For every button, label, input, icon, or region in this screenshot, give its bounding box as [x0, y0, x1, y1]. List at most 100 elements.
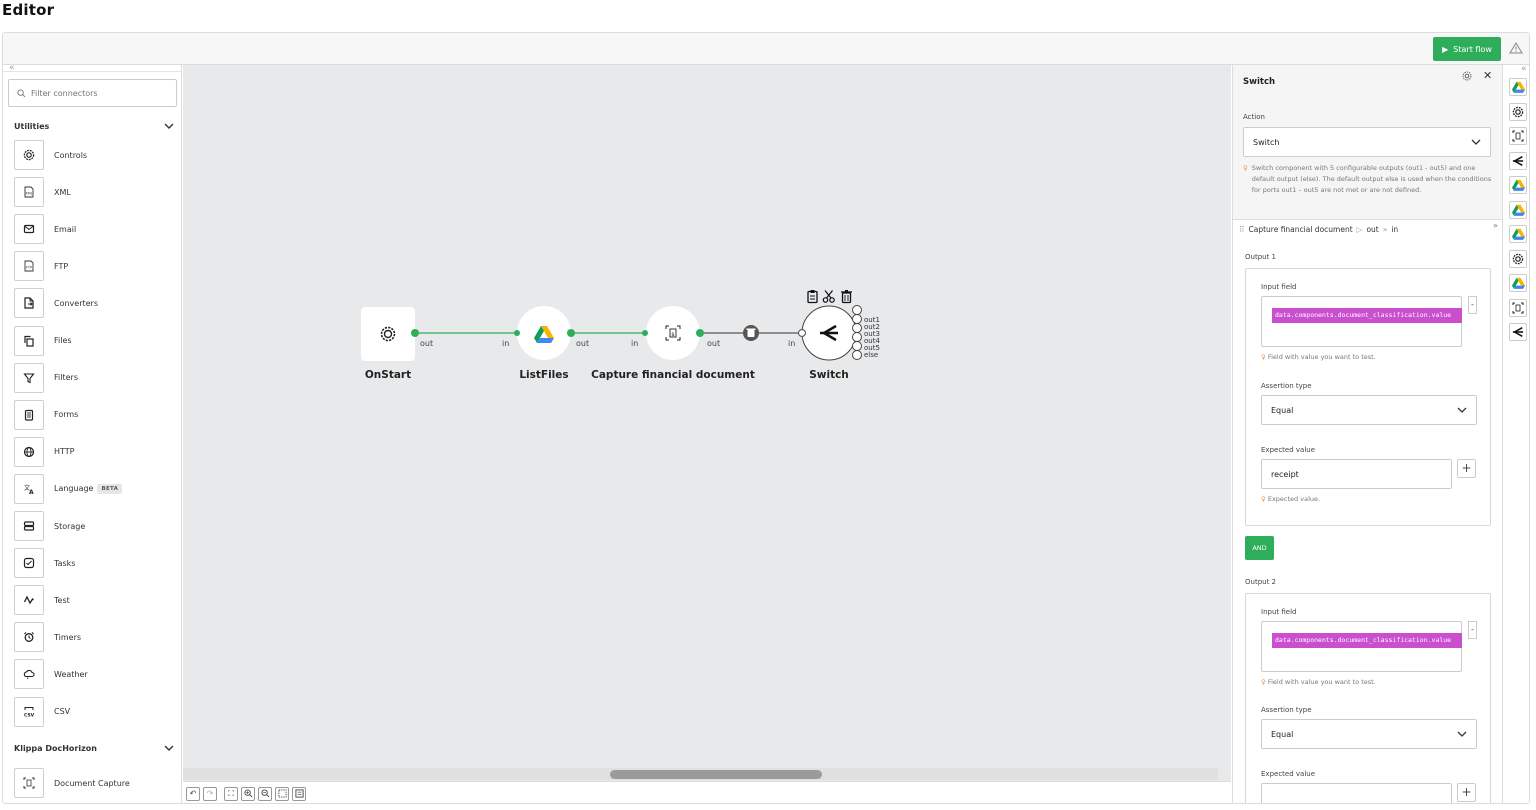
fit-view-icon[interactable]: ⛶: [224, 786, 238, 801]
assertion-type-select[interactable]: Equal: [1261, 719, 1477, 749]
sidebar-divider: [3, 71, 181, 72]
action-hint-text: Switch component with 5 configurable out…: [1251, 164, 1492, 194]
remove-field-button[interactable]: -: [1468, 296, 1477, 314]
connector-storage[interactable]: Storage: [14, 510, 174, 542]
strip-google-drive-icon[interactable]: [1509, 274, 1527, 292]
connector-http[interactable]: HTTP: [14, 436, 174, 468]
strip-google-drive-icon[interactable]: [1509, 78, 1527, 96]
close-icon[interactable]: ✕: [1483, 69, 1492, 82]
port-label-out: out: [707, 339, 721, 348]
connector-timers[interactable]: Timers: [14, 621, 174, 653]
delete-connection-icon: [743, 325, 759, 341]
node-label-switch[interactable]: Switch: [809, 369, 849, 381]
expected-hint-text: Expected value.: [1267, 495, 1321, 503]
assertion-type-value: Equal: [1271, 405, 1294, 415]
redo-icon[interactable]: ↷: [203, 786, 217, 801]
strip-gear-icon[interactable]: [1509, 102, 1527, 121]
remove-field-button[interactable]: -: [1468, 621, 1477, 639]
connector-filters[interactable]: Filters: [14, 362, 174, 394]
start-flow-button[interactable]: ▶ Start flow: [1433, 37, 1501, 61]
and-button[interactable]: AND: [1245, 536, 1274, 560]
expected-hint: ♀ Expected value.: [1261, 494, 1320, 505]
connector-forms[interactable]: Forms: [14, 399, 174, 431]
play-icon: ▶: [1442, 44, 1449, 54]
node-label-capture[interactable]: Capture financial document: [591, 369, 755, 381]
output-1-title: Output 1: [1245, 253, 1276, 261]
zoom-in-icon[interactable]: [241, 786, 255, 801]
properties-panel: Switch ✕ Action Switch ♀ Switch componen…: [1232, 65, 1502, 803]
connector-label: Filters: [54, 373, 78, 383]
connector-controls[interactable]: Controls: [14, 139, 174, 171]
port-label-in: in: [631, 339, 639, 348]
connector-email[interactable]: Email: [14, 213, 174, 245]
group-dochorizon-header[interactable]: Klippa DocHorizon: [14, 741, 174, 755]
input-field-box[interactable]: data.components.document_classification.…: [1261, 296, 1462, 347]
zoom-out-icon[interactable]: [258, 786, 272, 801]
strip-switch-split-icon[interactable]: [1509, 323, 1527, 341]
port-in: [797, 328, 807, 338]
add-value-button[interactable]: +: [1457, 459, 1476, 478]
arrow-right-icon: »: [1382, 225, 1388, 234]
strip-google-drive-icon[interactable]: [1509, 176, 1527, 194]
lightbulb-icon: ♀: [1243, 164, 1248, 172]
canvas-toolbar: ↶ ↷ ⛶: [183, 781, 1231, 803]
connector-csv[interactable]: CSV CSV: [14, 696, 174, 728]
connector-language[interactable]: 文 A Language BETA: [14, 473, 174, 505]
strip-google-drive-icon[interactable]: [1509, 200, 1527, 219]
horizontal-scrollbar[interactable]: [183, 768, 1218, 780]
connector-label: Weather: [54, 669, 88, 679]
connector-document-capture[interactable]: Document Capture: [14, 767, 174, 799]
assertion-type-select[interactable]: Equal: [1261, 395, 1477, 425]
connector-weather[interactable]: Weather: [14, 658, 174, 690]
funnel-icon: [14, 362, 44, 393]
minimap-icon[interactable]: [292, 786, 306, 801]
node-label-listfiles[interactable]: ListFiles: [519, 369, 568, 381]
connector-ftp[interactable]: FTP FTP: [14, 250, 174, 282]
ftp-file-icon: FTP: [14, 251, 44, 282]
svg-text:CSV: CSV: [24, 712, 35, 718]
expected-value-input[interactable]: receipt: [1261, 459, 1452, 489]
collapse-strip-icon[interactable]: «: [1521, 64, 1527, 74]
port-out: [696, 329, 704, 337]
undo-icon[interactable]: ↶: [186, 786, 200, 801]
clipboard-icon: [807, 290, 818, 304]
connector-label: XML: [54, 187, 71, 197]
trash-icon: [841, 290, 852, 304]
select-area-icon[interactable]: [275, 786, 289, 801]
connector-files[interactable]: Files: [14, 325, 174, 357]
cloud-icon: [14, 659, 44, 690]
connector-xml[interactable]: XML XML: [14, 176, 174, 208]
node-label-onstart[interactable]: OnStart: [365, 369, 411, 381]
filter-connectors-input[interactable]: [31, 88, 171, 98]
add-value-button[interactable]: +: [1457, 783, 1476, 802]
settings-icon[interactable]: [1462, 71, 1472, 81]
action-select[interactable]: Switch: [1243, 127, 1491, 157]
strip-document-scan-icon[interactable]: [1509, 298, 1527, 317]
strip-document-scan-icon[interactable]: [1509, 127, 1527, 145]
expected-value-input[interactable]: [1261, 783, 1452, 803]
scrollbar-thumb[interactable]: [610, 770, 822, 779]
input-field-label: Input field: [1261, 608, 1297, 616]
output-2-card: Input field data.components.document_cla…: [1245, 593, 1491, 803]
connector-tasks[interactable]: Tasks: [14, 547, 174, 579]
strip-google-drive-icon[interactable]: [1509, 225, 1527, 243]
storage-icon: [14, 511, 44, 541]
strip-gear-icon[interactable]: [1509, 249, 1527, 268]
warning-icon[interactable]: [1509, 41, 1523, 55]
lightbulb-icon: ♀: [1261, 678, 1266, 686]
input-field-value: data.components.document_classification.…: [1272, 633, 1462, 648]
svg-text:FTP: FTP: [26, 266, 32, 270]
flow-canvas[interactable]: $ out in out in out in out1 out2 out3 ou…: [183, 65, 1231, 803]
svg-text:$: $: [671, 332, 675, 338]
filter-connectors-field[interactable]: [8, 79, 177, 107]
connector-test[interactable]: Test: [14, 584, 174, 616]
expected-value-text: receipt: [1271, 469, 1299, 479]
drag-handle-icon[interactable]: ⠿: [1239, 225, 1245, 234]
group-utilities-header[interactable]: Utilities: [14, 119, 174, 133]
connector-label: Timers: [54, 632, 82, 642]
strip-switch-split-icon[interactable]: [1509, 151, 1527, 170]
input-field-box[interactable]: data.components.document_classification.…: [1261, 621, 1462, 672]
action-select-value: Switch: [1253, 137, 1280, 147]
connector-converters[interactable]: Converters: [14, 287, 174, 319]
collapse-section-icon[interactable]: »: [1493, 221, 1498, 230]
